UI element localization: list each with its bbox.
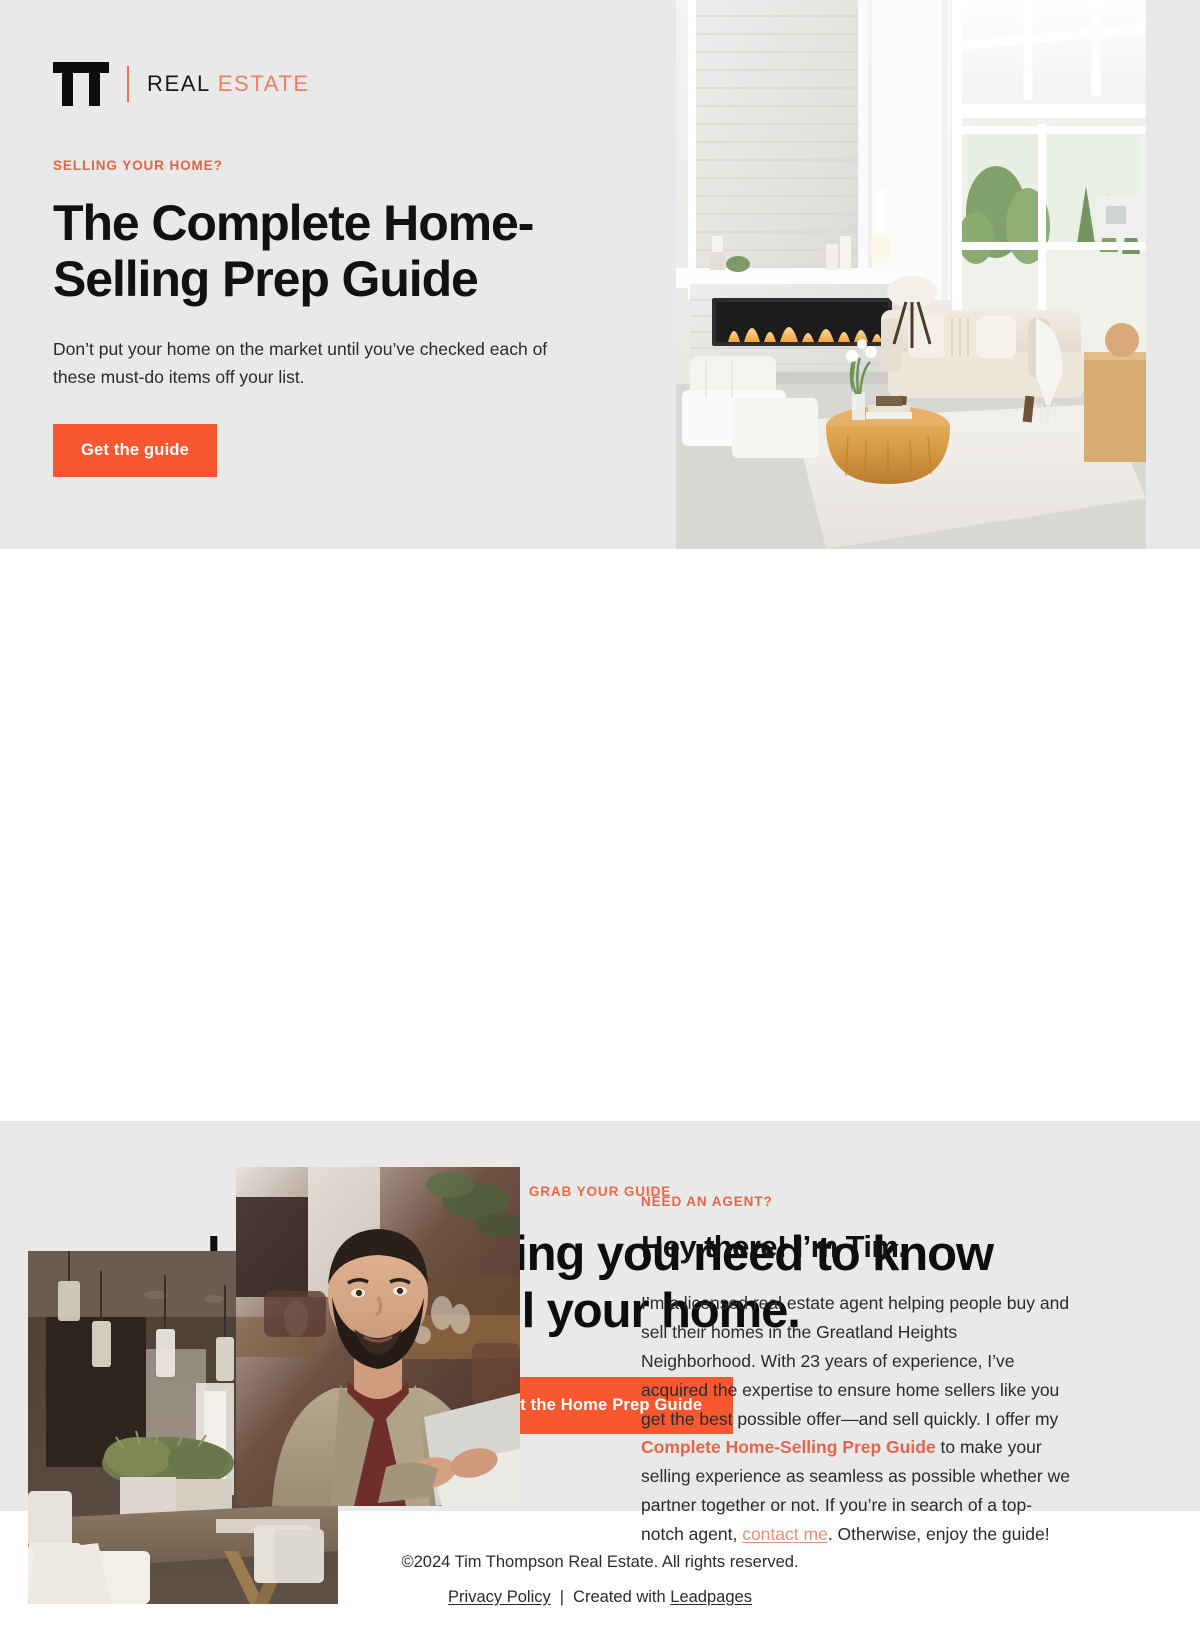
- footer-separator: |: [559, 1587, 565, 1606]
- created-with-label: Created with: [573, 1587, 666, 1606]
- privacy-policy-link[interactable]: Privacy Policy: [448, 1588, 551, 1606]
- landing-page: REAL ESTATE SELLING YOUR HOME? The Compl…: [0, 0, 1200, 1647]
- hero-section: REAL ESTATE SELLING YOUR HOME? The Compl…: [0, 0, 1200, 549]
- agent-portrait-photo: [236, 1167, 520, 1506]
- page-title: The Complete Home-Selling Prep Guide: [53, 195, 534, 307]
- agent-portrait-illustration: [236, 1167, 520, 1506]
- hero-cta-wrap: Get the guide: [53, 423, 653, 477]
- about-section: NEED AN AGENT? Hey there! I’m Tim. I’m a…: [0, 549, 1200, 1604]
- about-eyebrow: NEED AN AGENT?: [641, 1194, 773, 1209]
- guide-link[interactable]: Complete Home-Selling Prep Guide: [641, 1437, 936, 1457]
- contact-me-link[interactable]: contact me: [742, 1524, 828, 1544]
- about-body-part-1: I’m a licensed real estate agent helping…: [641, 1293, 1070, 1429]
- brand-logo[interactable]: REAL ESTATE: [53, 60, 653, 108]
- brand-wordmark: REAL ESTATE: [147, 71, 310, 97]
- hero-living-room-photo: [676, 0, 1146, 549]
- living-room-illustration: [676, 0, 1146, 549]
- get-the-guide-button[interactable]: Get the guide: [53, 423, 218, 477]
- logo-divider: [127, 66, 129, 102]
- tt-monogram-icon: [53, 62, 109, 106]
- hero-copy: REAL ESTATE SELLING YOUR HOME? The Compl…: [53, 0, 653, 477]
- hero-subtitle: Don’t put your home on the market until …: [53, 339, 548, 388]
- brand-word-primary: REAL: [147, 71, 211, 96]
- brand-word-accent: ESTATE: [217, 71, 310, 96]
- hero-eyebrow: SELLING YOUR HOME?: [53, 158, 223, 173]
- leadpages-link[interactable]: Leadpages: [670, 1588, 752, 1606]
- about-body: I’m a licensed real estate agent helping…: [641, 1289, 1071, 1549]
- about-copy: NEED AN AGENT? Hey there! I’m Tim. I’m a…: [641, 1194, 1071, 1549]
- about-body-part-3: . Otherwise, enjoy the guide!: [827, 1524, 1050, 1544]
- about-title: Hey there! I’m Tim.: [641, 1229, 907, 1264]
